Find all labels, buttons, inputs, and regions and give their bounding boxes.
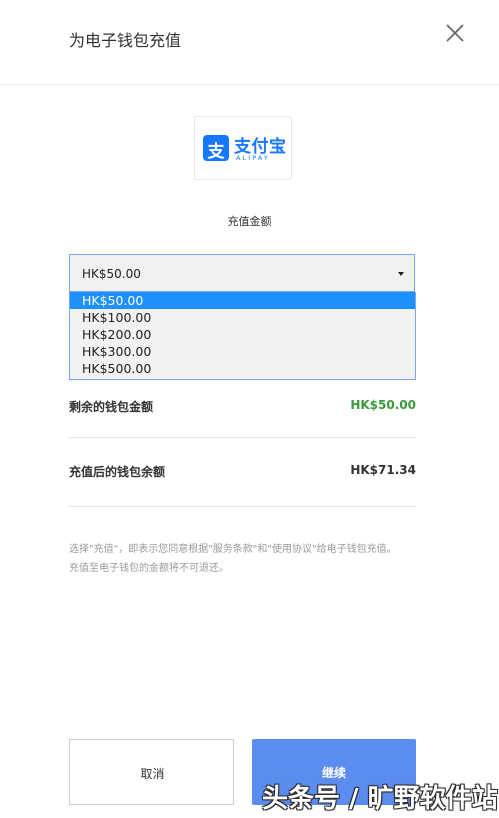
after-balance-label: 充值后的钱包余额 [69, 465, 166, 479]
remaining-balance-value: HK$50.00 [350, 398, 416, 412]
amount-option[interactable]: HK$100.00 [70, 309, 415, 326]
after-balance-value: HK$71.34 [350, 463, 416, 477]
amount-select-value: HK$50.00 [82, 267, 141, 281]
terms-text: 选择"充值"，即表示您同意根据"服务条款"和"使用协议"给电子钱包充值。 充值至… [69, 540, 409, 578]
divider [69, 506, 416, 507]
divider [69, 437, 416, 438]
cancel-button-label: 取消 [140, 767, 165, 781]
terms-line: 选择"充值"，即表示您同意根据"服务条款"和"使用协议"给电子钱包充值。 [69, 544, 397, 555]
remaining-balance-row: 剩余的钱包金额 HK$50.00 [69, 398, 416, 418]
amount-option[interactable]: HK$50.00 [70, 292, 415, 309]
caret-down-icon [398, 272, 404, 276]
amount-label: 充值金额 [227, 215, 272, 228]
amount-option[interactable]: HK$300.00 [70, 343, 415, 360]
cancel-button[interactable]: 取消 [69, 739, 234, 805]
dialog-header: 为电子钱包充值 [0, 0, 499, 85]
watermark: 头条号 / 旷野软件站 [262, 784, 498, 814]
remaining-balance-label: 剩余的钱包金额 [69, 400, 154, 414]
terms-line: 充值至电子钱包的金额将不可退还。 [69, 563, 229, 574]
alipay-logo: 支 支付宝 ALIPAY [194, 116, 292, 180]
close-icon[interactable] [444, 22, 466, 44]
amount-options-list: HK$50.00 HK$100.00 HK$200.00 HK$300.00 H… [69, 292, 416, 380]
alipay-mark-icon: 支 [203, 135, 229, 162]
after-balance-row: 充值后的钱包余额 HK$71.34 [69, 463, 416, 483]
alipay-mark-char: 支 [207, 142, 225, 162]
amount-select[interactable]: HK$50.00 [69, 254, 415, 292]
amount-option[interactable]: HK$200.00 [70, 326, 415, 343]
amount-option[interactable]: HK$500.00 [70, 360, 415, 377]
page-title: 为电子钱包充值 [69, 31, 182, 50]
alipay-name-en: ALIPAY [236, 154, 271, 162]
